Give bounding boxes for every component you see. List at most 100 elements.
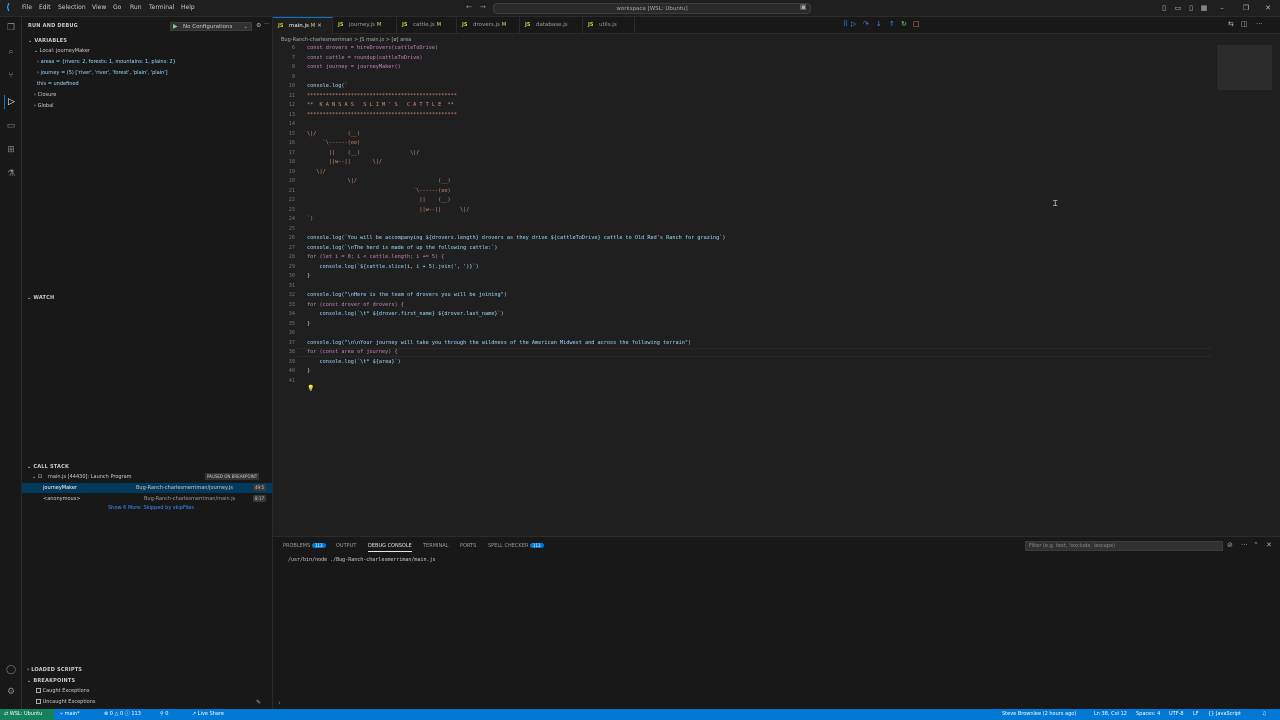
layout-sidebar-icon[interactable]: ▯ [1158,2,1170,14]
restore-icon[interactable]: ❐ [1240,2,1252,14]
checkbox[interactable] [36,688,41,693]
menu-help[interactable]: Help [181,4,195,11]
code-line[interactable]: ** K A N S A S S L I M ' S C A T T L E *… [307,102,454,108]
line-number[interactable]: 32 [273,292,295,298]
line-number[interactable]: 19 [273,169,295,175]
line-number[interactable]: 8 [273,64,295,70]
show-more-frames-link[interactable]: Show 6 More: Skipped by skipFiles [108,505,194,511]
cursor-position[interactable]: Ln 38, Col 12 [1094,709,1127,720]
line-number[interactable]: 12 [273,102,295,108]
stop-icon[interactable]: □ [913,20,920,28]
start-debug-icon[interactable]: ▶ [173,23,178,31]
step-over-icon[interactable]: ↷ [863,20,869,28]
close-tab-icon[interactable]: ✕ [317,23,322,29]
code-line[interactable]: } [307,321,310,327]
menu-go[interactable]: Go [113,4,121,11]
line-number[interactable]: 21 [273,188,295,194]
code-line[interactable]: console.log("\n\nYour journey will take … [307,340,691,346]
code-line[interactable]: `) [307,216,313,222]
line-number[interactable]: 7 [273,55,295,61]
open-changes-icon[interactable]: ⇆ [1228,20,1234,28]
line-number[interactable]: 11 [273,93,295,99]
line-number[interactable]: 26 [273,235,295,241]
minimize-icon[interactable]: – [1216,2,1228,14]
line-number[interactable]: 15 [273,131,295,137]
forward-arrow-icon[interactable]: → [480,3,486,11]
source-control-icon[interactable]: ⑂ [4,69,18,83]
clear-console-icon[interactable]: ⊘ [1227,541,1233,549]
tab-journey-js[interactable]: JS journey.js M [333,17,397,34]
watch-header[interactable]: ⌄ WATCH [27,295,54,301]
code-line[interactable]: console.log(`${cattle.slice(i, i + 5).jo… [307,264,478,270]
search-icon[interactable]: ⌕ [4,45,18,59]
breakpoints-header[interactable]: ⌄ BREAKPOINTS [27,678,75,684]
panel-more-icon[interactable]: ··· [1241,541,1248,549]
minimap[interactable] [1217,45,1272,90]
breadcrumb[interactable]: Bug-Ranch-charlesmerriman > JS main.js >… [273,35,1280,45]
testing-icon[interactable]: ⚗ [4,167,18,181]
code-line[interactable]: console.log(`\t* ${drover.first_name} ${… [307,311,503,317]
tab-utils-js[interactable]: JS utils.js [583,17,635,34]
restart-icon[interactable]: ↻ [901,20,907,28]
tab-problems[interactable]: PROBLEMS 113 [283,543,326,549]
code-line[interactable]: for (const drover of drovers) { [307,302,404,308]
code-line[interactable]: console.log(` [307,83,348,89]
back-arrow-icon[interactable]: ← [466,3,472,11]
scope-global[interactable]: › Global [34,103,54,109]
split-editor-icon[interactable]: ◫ [1241,20,1248,28]
more-actions-icon[interactable]: ··· [264,21,270,28]
code-line[interactable]: ||w--|| \|/ [307,159,382,165]
line-number[interactable]: 9 [273,74,295,80]
indentation-indicator[interactable]: Spaces: 4 [1136,709,1160,720]
step-out-icon[interactable]: ↑ [889,20,895,28]
line-number[interactable]: 35 [273,321,295,327]
tab-debug-console[interactable]: DEBUG CONSOLE [368,543,412,552]
step-into-icon[interactable]: ↓ [876,20,882,28]
menu-view[interactable]: View [92,4,106,11]
line-number[interactable]: 24 [273,216,295,222]
line-number[interactable]: 25 [273,226,295,232]
code-line[interactable]: const cattle = roundup(cattleToDrive) [307,55,423,61]
account-icon[interactable]: ◯ [4,663,18,677]
menu-file[interactable]: File [22,4,32,11]
console-filter-input[interactable]: Filter (e.g. text, !exclude, \escape) [1025,541,1223,551]
explorer-icon[interactable]: ❐ [4,21,18,35]
code-line[interactable]: const journey = journeyMaker() [307,64,401,70]
edit-pencil-icon[interactable]: ✎ [256,699,261,706]
code-line[interactable]: console.log("\nHere is the team of drove… [307,292,507,298]
tab-main-js[interactable]: JS main.js M ✕ [273,17,333,34]
code-line[interactable]: \|/ [307,169,325,175]
editor-more-icon[interactable]: ··· [1256,20,1263,28]
menu-edit[interactable]: Edit [39,4,51,11]
layout-customize-icon[interactable]: ▦ [1198,2,1210,14]
remote-indicator[interactable]: ⇄ WSL: Ubuntu [0,709,54,720]
notifications-bell-icon[interactable]: ♫ [1262,709,1266,720]
line-number[interactable]: 20 [273,178,295,184]
debug-settings-gear-icon[interactable]: ⚙ [256,22,261,29]
line-number[interactable]: 17 [273,150,295,156]
callstack-frame[interactable]: <anonymous> Bug-Ranch-charlesmerriman/ma… [22,494,272,504]
code-editor[interactable]: 6 const drovers = hireDrovers(cattleToDri… [273,45,1280,535]
tab-terminal[interactable]: TERMINAL [423,543,448,549]
tab-database-js[interactable]: JS database.js [520,17,583,34]
loaded-scripts-header[interactable]: › LOADED SCRIPTS [27,667,82,673]
code-line[interactable]: || (__) \|/ [307,150,420,156]
tab-drovers-js[interactable]: JS drovers.js M [457,17,520,34]
line-number[interactable]: 30 [273,273,295,279]
code-line[interactable]: const drovers = hireDrovers(cattleToDriv… [307,45,438,51]
tab-ports[interactable]: PORTS [460,543,476,549]
line-number[interactable]: 33 [273,302,295,308]
branch-indicator[interactable]: ⑂ main* [60,709,80,720]
code-line[interactable]: console.log(`\t* ${area}`) [307,359,400,365]
code-line[interactable]: || (__) [307,197,450,203]
line-number[interactable]: 39 [273,359,295,365]
variables-header[interactable]: ⌄ VARIABLES [28,38,67,44]
code-line[interactable]: for (let i = 0; i < cattle.length; i += … [307,254,444,260]
close-panel-icon[interactable]: ✕ [1266,541,1272,549]
scope-closure[interactable]: › Closure [34,92,56,98]
line-number[interactable]: 36 [273,330,295,336]
code-line[interactable]: `\------(oo) [307,188,451,194]
eol-indicator[interactable]: LF [1193,709,1199,720]
language-mode[interactable]: {} JavaScript [1208,709,1241,720]
close-window-icon[interactable]: ✕ [1262,2,1274,14]
